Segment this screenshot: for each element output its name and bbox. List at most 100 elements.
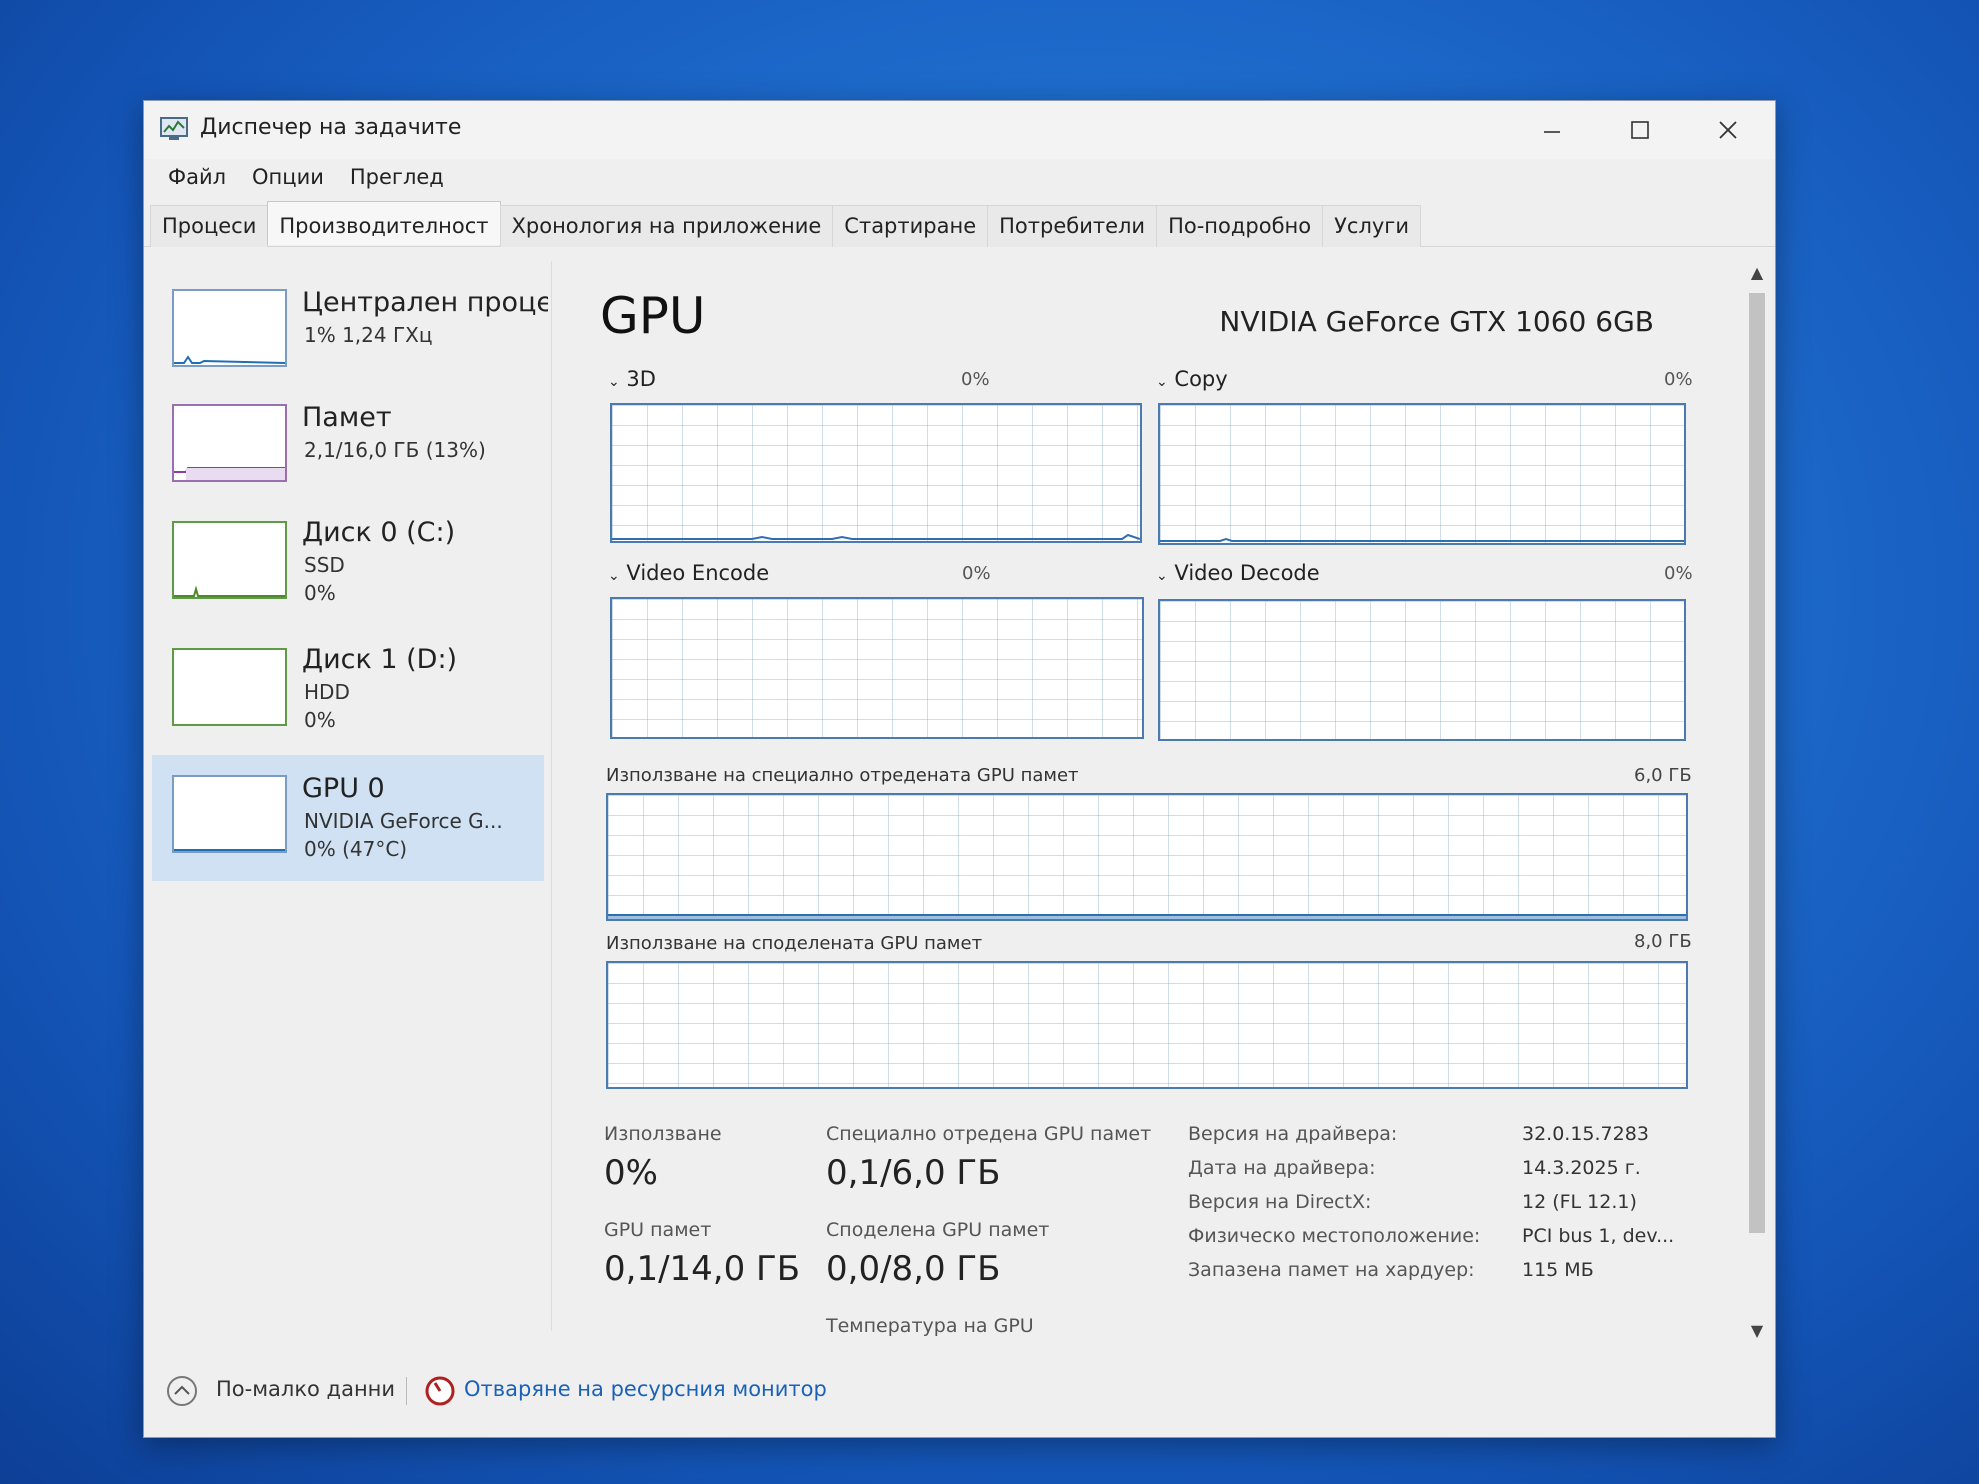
task-manager-window: Диспечер на задачите Файл Опции Преглед … — [143, 100, 1776, 1438]
chevron-up-circle-icon[interactable] — [166, 1375, 198, 1407]
tab-processes[interactable]: Процеси — [150, 205, 269, 247]
menu-view[interactable]: Преглед — [338, 159, 458, 201]
engine-percent: 0% — [961, 369, 990, 390]
page-title: GPU — [600, 287, 706, 345]
close-icon — [1719, 121, 1737, 139]
sidebar-item-detail: NVIDIA GeForce G... — [304, 809, 503, 833]
gpu-memory-value: 0,1/14,0 ГБ — [604, 1249, 801, 1289]
sidebar-item-disk-0[interactable]: Диск 0 (C:) SSD 0% — [152, 491, 544, 613]
close-button[interactable] — [1698, 111, 1758, 149]
sidebar-item-detail: HDD — [304, 680, 350, 704]
chevron-down-icon: ⌄ — [1156, 568, 1168, 584]
menu-file[interactable]: Файл — [156, 159, 240, 201]
tab-startup[interactable]: Стартиране — [832, 205, 989, 247]
sidebar-item-detail: 2,1/16,0 ГБ (13%) — [304, 438, 486, 462]
engine-percent: 0% — [962, 563, 991, 584]
sidebar-item-gpu-0[interactable]: GPU 0 NVIDIA GeForce G... 0% (47°C) — [152, 755, 544, 881]
menu-bar: Файл Опции Преглед — [144, 159, 1775, 201]
sidebar-item-title: Памет — [302, 402, 392, 433]
window-title: Диспечер на задачите — [200, 115, 462, 140]
dedicated-memory-label: Използване на специално отредената GPU п… — [606, 765, 1079, 786]
driver-date-value: 14.3.2025 г. — [1522, 1157, 1641, 1179]
maximize-button[interactable] — [1610, 111, 1670, 149]
sidebar-item-detail: 1% 1,24 ГХц — [304, 323, 433, 347]
scroll-up-icon[interactable]: ▲ — [1749, 263, 1765, 282]
gpu-model-name: NVIDIA GeForce GTX 1060 6GB — [1219, 305, 1654, 338]
shared-memory-stat-label: Споделена GPU памет — [826, 1219, 1050, 1241]
sidebar-item-title: Диск 1 (D:) — [302, 644, 458, 675]
engine-3d-graph — [610, 403, 1142, 543]
dedicated-memory-graph — [606, 793, 1688, 921]
scroll-down-icon[interactable]: ▼ — [1749, 1321, 1765, 1340]
sidebar-item-disk-1[interactable]: Диск 1 (D:) HDD 0% — [152, 618, 544, 740]
performance-sidebar: Централен процесор 1% 1,24 ГХц Памет 2,1… — [152, 261, 552, 1331]
scroll-thumb[interactable] — [1749, 293, 1765, 1233]
sidebar-item-title: Централен процесор — [302, 287, 548, 318]
sidebar-item-cpu[interactable]: Централен процесор 1% 1,24 ГХц — [152, 261, 548, 383]
disk1-thumbnail-graph — [172, 648, 287, 726]
tab-details[interactable]: По-подробно — [1156, 205, 1324, 247]
tab-performance[interactable]: Производителност — [267, 201, 501, 245]
tab-services[interactable]: Услуги — [1322, 205, 1421, 247]
shared-memory-label: Използване на споделената GPU памет — [606, 933, 983, 954]
resource-monitor-icon[interactable] — [424, 1375, 456, 1407]
engine-video-decode-selector[interactable]: ⌄ Video Decode — [1156, 561, 1320, 585]
cpu-thumbnail-graph — [172, 289, 287, 367]
utilization-label: Използване — [604, 1123, 722, 1145]
engine-label: Video Decode — [1174, 561, 1320, 585]
driver-version-label: Версия на драйвера: — [1188, 1123, 1398, 1145]
engine-3d-selector[interactable]: ⌄ 3D — [608, 367, 656, 391]
minimize-icon — [1544, 131, 1560, 133]
sidebar-item-detail: SSD — [304, 553, 345, 577]
engine-percent: 0% — [1664, 369, 1693, 390]
directx-version-label: Версия на DirectX: — [1188, 1191, 1372, 1213]
sidebar-item-memory[interactable]: Памет 2,1/16,0 ГБ (13%) — [152, 376, 544, 498]
engine-copy-selector[interactable]: ⌄ Copy — [1156, 367, 1228, 391]
gpu-detail-panel: GPU NVIDIA GeForce GTX 1060 6GB ⌄ 3D 0% … — [574, 261, 1724, 1341]
sidebar-item-title: Диск 0 (C:) — [302, 517, 456, 548]
sidebar-item-title: GPU 0 — [302, 773, 385, 804]
dedicated-memory-stat-value: 0,1/6,0 ГБ — [826, 1153, 1001, 1193]
directx-version-value: 12 (FL 12.1) — [1522, 1191, 1637, 1213]
physical-location-value: PCI bus 1, dev... — [1522, 1225, 1675, 1247]
engine-label: 3D — [626, 367, 656, 391]
chevron-down-icon: ⌄ — [608, 374, 620, 390]
hardware-reserved-memory-value: 115 МБ — [1522, 1259, 1594, 1281]
sidebar-item-detail: 0% (47°C) — [304, 837, 408, 861]
maximize-icon — [1631, 121, 1649, 139]
hardware-reserved-memory-label: Запазена памет на хардуер: — [1188, 1259, 1475, 1281]
minimize-button[interactable] — [1522, 111, 1582, 149]
open-resource-monitor-link[interactable]: Отваряне на ресурсния монитор — [464, 1377, 827, 1401]
gpu-memory-label: GPU памет — [604, 1219, 712, 1241]
chevron-down-icon: ⌄ — [1156, 374, 1168, 390]
tab-users[interactable]: Потребители — [987, 205, 1158, 247]
chevron-down-icon: ⌄ — [608, 568, 620, 584]
sidebar-item-detail: 0% — [304, 581, 336, 605]
driver-date-label: Дата на драйвера: — [1188, 1157, 1376, 1179]
shared-memory-graph — [606, 961, 1688, 1089]
vertical-scrollbar[interactable]: ▲ ▼ — [1745, 261, 1769, 1341]
shared-memory-max: 8,0 ГБ — [1634, 931, 1692, 952]
engine-video-encode-selector[interactable]: ⌄ Video Encode — [608, 561, 769, 585]
engine-label: Copy — [1174, 367, 1228, 391]
disk0-thumbnail-graph — [172, 521, 287, 599]
memory-thumbnail-graph — [172, 404, 287, 482]
driver-version-value: 32.0.15.7283 — [1522, 1123, 1649, 1145]
physical-location-label: Физическо местоположение: — [1188, 1225, 1481, 1247]
title-bar[interactable]: Диспечер на задачите — [144, 101, 1775, 159]
engine-label: Video Encode — [626, 561, 770, 585]
shared-memory-stat-value: 0,0/8,0 ГБ — [826, 1249, 1001, 1289]
tab-app-history[interactable]: Хронология на приложение — [499, 205, 834, 247]
engine-percent: 0% — [1664, 563, 1693, 584]
footer-divider — [406, 1377, 407, 1405]
gpu-temperature-label: Температура на GPU — [826, 1315, 1034, 1337]
dedicated-memory-max: 6,0 ГБ — [1634, 765, 1692, 786]
task-manager-icon — [160, 117, 188, 140]
footer-bar: По-малко данни Отваряне на ресурсния мон… — [144, 1361, 1775, 1431]
engine-copy-graph — [1158, 403, 1686, 545]
gpu-thumbnail-graph — [172, 775, 287, 853]
engine-video-decode-graph — [1158, 599, 1686, 741]
menu-options[interactable]: Опции — [240, 159, 338, 201]
fewer-details-button[interactable]: По-малко данни — [216, 1377, 395, 1401]
sidebar-item-detail: 0% — [304, 708, 336, 732]
